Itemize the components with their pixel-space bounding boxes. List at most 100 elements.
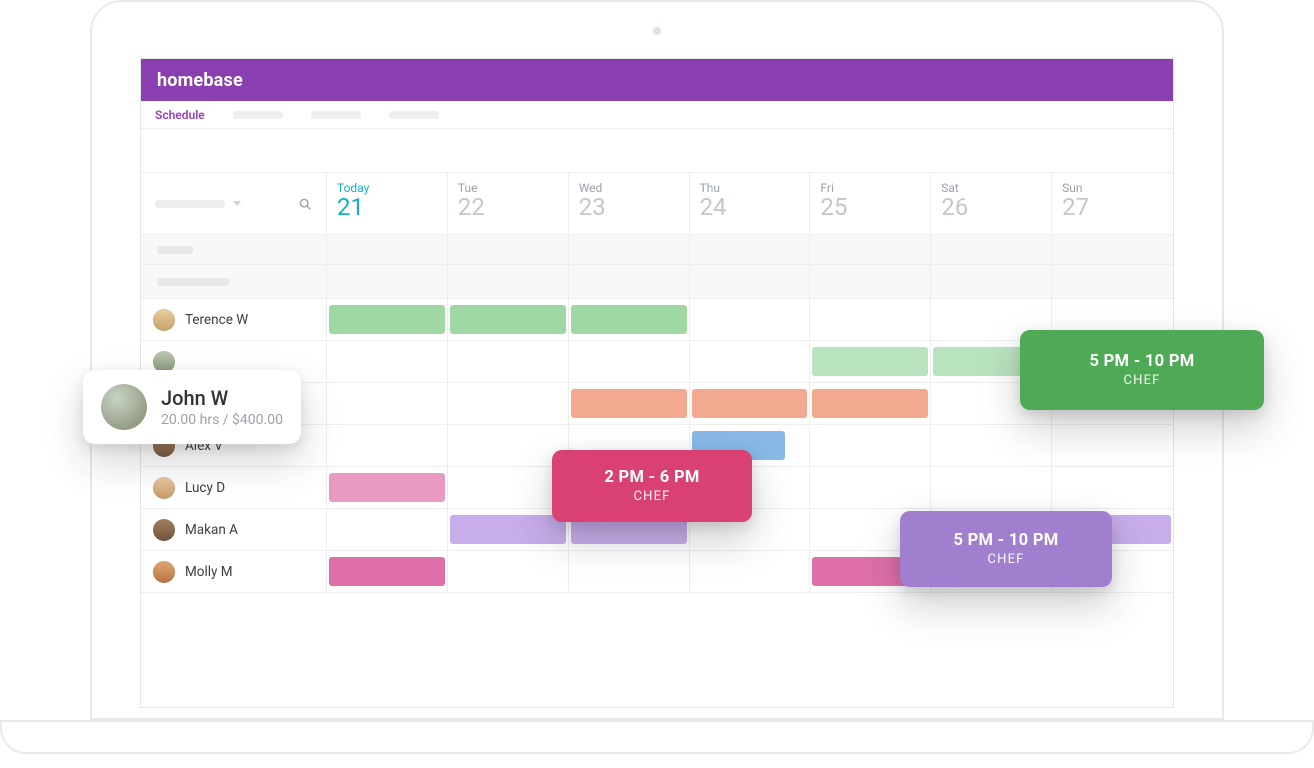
shift-role: CHEF [633, 489, 670, 504]
shift-block[interactable] [812, 347, 928, 376]
schedule-cell[interactable] [690, 551, 811, 593]
schedule-cell[interactable] [810, 341, 931, 383]
chevron-down-icon [233, 201, 241, 206]
brand-logo-text: homebase [157, 70, 243, 91]
shift-time: 5 PM - 10 PM [953, 531, 1058, 550]
schedule-cell[interactable] [327, 467, 448, 509]
tab-schedule[interactable]: Schedule [155, 108, 205, 122]
shift-role: CHEF [1123, 373, 1160, 388]
schedule-cell[interactable] [448, 425, 569, 467]
schedule-cell[interactable] [327, 425, 448, 467]
day-header[interactable]: Wed 23 [569, 173, 690, 235]
schedule-cell[interactable] [448, 467, 569, 509]
schedule-cell[interactable] [1052, 467, 1173, 509]
day-number: 22 [458, 195, 558, 220]
schedule-cell[interactable] [327, 299, 448, 341]
schedule-cell[interactable] [810, 383, 931, 425]
schedule-cell[interactable] [1052, 425, 1173, 467]
employee-name: Terence W [185, 312, 248, 328]
shift-block[interactable] [571, 305, 687, 334]
employee-name: Molly M [185, 564, 233, 580]
summary-row [141, 265, 1173, 299]
day-number: 27 [1062, 195, 1163, 220]
shift-block[interactable] [692, 389, 808, 418]
day-number: 24 [700, 195, 800, 220]
day-header[interactable]: Sun 27 [1052, 173, 1173, 235]
day-number: 25 [820, 195, 920, 220]
nav-tabs: Schedule [141, 101, 1173, 129]
summary-row [141, 235, 1173, 265]
schedule-cell[interactable] [931, 467, 1052, 509]
placeholder [157, 278, 229, 286]
avatar [153, 309, 175, 331]
toolbar [141, 129, 1173, 173]
shift-role: CHEF [987, 552, 1024, 567]
schedule-cell[interactable] [810, 299, 931, 341]
brand-bar: homebase [141, 59, 1173, 101]
camera-dot [653, 27, 661, 35]
day-header[interactable]: Today 21 [327, 173, 448, 235]
schedule-cell[interactable] [448, 383, 569, 425]
search-icon[interactable] [298, 197, 312, 211]
profile-name: John W [161, 386, 283, 410]
filter-cell[interactable] [141, 173, 327, 235]
schedule-cell[interactable] [448, 341, 569, 383]
employee-cell[interactable]: Terence W [141, 299, 327, 341]
avatar [153, 477, 175, 499]
employee-cell[interactable]: Makan A [141, 509, 327, 551]
shift-popover-green[interactable]: 5 PM - 10 PM CHEF [1020, 330, 1264, 410]
day-number: 23 [579, 195, 679, 220]
employee-cell[interactable]: Molly M [141, 551, 327, 593]
day-header[interactable]: Fri 25 [810, 173, 931, 235]
schedule-cell[interactable] [810, 467, 931, 509]
shift-block[interactable] [329, 557, 445, 586]
schedule-cell[interactable] [690, 341, 811, 383]
shift-block[interactable] [450, 515, 566, 544]
avatar [153, 561, 175, 583]
placeholder [157, 246, 193, 254]
schedule-cell[interactable] [327, 383, 448, 425]
shift-time: 5 PM - 10 PM [1089, 352, 1194, 371]
filter-placeholder [155, 200, 225, 208]
schedule-cell[interactable] [327, 341, 448, 383]
shift-block[interactable] [571, 389, 687, 418]
schedule-header-row: Today 21 Tue 22 Wed 23 Thu 24 Fri 25 Sat… [141, 173, 1173, 235]
schedule-cell[interactable] [448, 299, 569, 341]
employee-cell[interactable]: Lucy D [141, 467, 327, 509]
profile-popover[interactable]: John W 20.00 hrs / $400.00 [83, 370, 301, 444]
avatar [101, 384, 147, 430]
schedule-cell[interactable] [931, 425, 1052, 467]
shift-time: 2 PM - 6 PM [604, 468, 699, 487]
schedule-cell[interactable] [690, 299, 811, 341]
shift-block[interactable] [329, 473, 445, 502]
schedule-cell[interactable] [569, 383, 690, 425]
schedule-cell[interactable] [810, 425, 931, 467]
profile-subtitle: 20.00 hrs / $400.00 [161, 412, 283, 428]
schedule-cell[interactable] [448, 509, 569, 551]
shift-popover-purple[interactable]: 5 PM - 10 PM CHEF [900, 511, 1112, 587]
shift-popover-pink[interactable]: 2 PM - 6 PM CHEF [552, 450, 752, 522]
schedule-cell[interactable] [569, 551, 690, 593]
schedule-cell[interactable] [690, 383, 811, 425]
laptop-base [0, 720, 1314, 754]
schedule-cell[interactable] [327, 551, 448, 593]
shift-block[interactable] [450, 305, 566, 334]
day-number: 21 [337, 195, 437, 220]
schedule-cell[interactable] [569, 299, 690, 341]
nav-placeholder [389, 111, 439, 119]
day-header[interactable]: Thu 24 [690, 173, 811, 235]
employee-name: Lucy D [185, 480, 225, 496]
employee-name: Makan A [185, 522, 238, 538]
shift-block[interactable] [329, 305, 445, 334]
schedule-cell[interactable] [327, 509, 448, 551]
day-header[interactable]: Tue 22 [448, 173, 569, 235]
avatar [153, 519, 175, 541]
employee-row: Terence W [141, 299, 1173, 341]
day-number: 26 [941, 195, 1041, 220]
shift-block[interactable] [812, 389, 928, 418]
day-header[interactable]: Sat 26 [931, 173, 1052, 235]
schedule-cell[interactable] [448, 551, 569, 593]
schedule-cell[interactable] [569, 341, 690, 383]
nav-placeholder [233, 111, 283, 119]
nav-placeholder [311, 111, 361, 119]
